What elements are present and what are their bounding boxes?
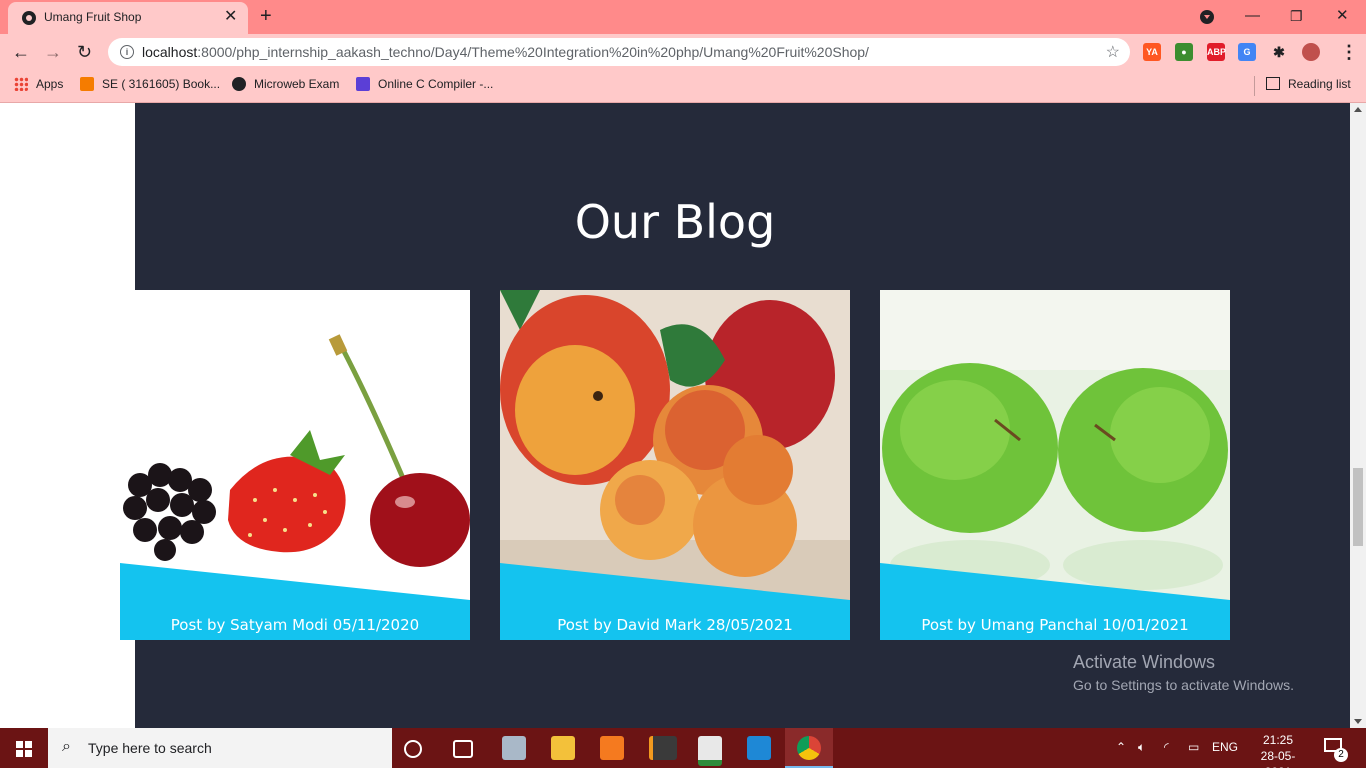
search-placeholder: Type here to search: [88, 740, 212, 756]
tab-title: Umang Fruit Shop: [44, 10, 142, 24]
scroll-up-arrow-icon[interactable]: [1354, 107, 1362, 112]
activate-windows-subtitle: Go to Settings to activate Windows.: [1073, 677, 1294, 693]
green-apples-image: [880, 290, 1230, 640]
browser-title-bar: Umang Fruit Shop ✕ + — ❐ ✕: [0, 0, 1366, 34]
chrome-taskbar-button[interactable]: [785, 728, 833, 768]
address-bar[interactable]: i localhost:8000/php_internship_aakash_t…: [108, 38, 1130, 66]
blog-card[interactable]: Post by David Mark 28/05/2021: [500, 290, 850, 640]
bookmark-se-book[interactable]: SE ( 3161605) Book...: [80, 77, 220, 91]
task-view-icon[interactable]: [453, 740, 473, 758]
forward-button[interactable]: →: [44, 42, 62, 62]
bookmark-online-c-compiler[interactable]: Online C Compiler -...: [356, 77, 493, 91]
close-window-button[interactable]: ✕: [1336, 6, 1349, 26]
xampp-icon[interactable]: [600, 736, 624, 760]
web-page: Our Blog Post by Satyam Modi 05/11/2020 …: [0, 103, 1350, 728]
vscode-icon[interactable]: [747, 736, 771, 760]
network-icon[interactable]: ◜: [1164, 740, 1169, 754]
search-icon: ⌕: [62, 738, 71, 755]
start-button[interactable]: [0, 728, 48, 768]
berries-image: [120, 290, 470, 640]
ya-extension-icon[interactable]: YA: [1143, 43, 1161, 61]
back-button[interactable]: ←: [12, 42, 30, 62]
url-text[interactable]: localhost:8000/php_internship_aakash_tec…: [142, 44, 869, 60]
volume-icon[interactable]: 🔈︎: [1138, 740, 1145, 755]
blogger-icon: [80, 77, 94, 91]
cortana-icon[interactable]: [404, 740, 422, 758]
globe-favicon-icon: [22, 11, 36, 25]
peaches-image: [500, 290, 850, 640]
reading-list-icon: [1266, 77, 1280, 90]
adblock-plus-icon[interactable]: ABP: [1207, 43, 1226, 61]
url-host: localhost: [142, 44, 198, 60]
notification-count-badge: 2: [1334, 748, 1348, 762]
spreadsheet-app-icon[interactable]: [698, 736, 722, 766]
blog-card[interactable]: Post by Umang Panchal 10/01/2021: [880, 290, 1230, 640]
blog-heading: Our Blog: [574, 195, 776, 249]
new-tab-button[interactable]: +: [260, 5, 272, 27]
scrollbar-thumb[interactable]: [1353, 468, 1363, 546]
control-panel-icon[interactable]: [502, 736, 526, 760]
angular-icon: [232, 77, 246, 91]
blog-card[interactable]: Post by Satyam Modi 05/11/2020: [120, 290, 470, 640]
site-info-icon[interactable]: i: [120, 45, 134, 59]
file-explorer-icon[interactable]: [551, 736, 575, 760]
taskbar-search-box[interactable]: ⌕ Type here to search: [48, 728, 392, 768]
apps-grid-icon: [14, 77, 28, 91]
scroll-down-arrow-icon[interactable]: [1354, 719, 1362, 724]
puzzle-extensions-icon[interactable]: ✱: [1270, 43, 1288, 61]
post-caption: Post by David Mark 28/05/2021: [557, 616, 793, 634]
browser-tab[interactable]: Umang Fruit Shop ✕: [8, 2, 248, 34]
windows-taskbar: ⌕ Type here to search ⌃ 🔈︎ ◜ ▭ ENG 21:25…: [0, 728, 1366, 779]
clock-date: 28-05-2021: [1260, 749, 1296, 779]
bookmark-label: Microweb Exam: [254, 77, 340, 91]
globe-extension-icon[interactable]: ●: [1175, 43, 1193, 61]
windows-logo-icon: [16, 741, 32, 757]
reload-button[interactable]: ↻: [77, 42, 92, 62]
bookmark-star-icon[interactable]: ☆: [1106, 42, 1120, 62]
battery-icon[interactable]: ▭: [1188, 740, 1199, 754]
reading-list-label: Reading list: [1288, 77, 1351, 91]
language-indicator[interactable]: ENG: [1212, 740, 1238, 754]
bookmark-label: Online C Compiler -...: [378, 77, 494, 91]
bookmark-label: SE ( 3161605) Book...: [102, 77, 221, 91]
restore-button[interactable]: ❐: [1290, 6, 1303, 26]
chrome-menu-icon[interactable]: ⋮: [1340, 42, 1358, 62]
profile-avatar-icon[interactable]: [1302, 43, 1320, 61]
bookmark-microweb-exam[interactable]: Microweb Exam: [232, 77, 339, 91]
post-caption: Post by Umang Panchal 10/01/2021: [921, 616, 1189, 634]
reading-list-button[interactable]: Reading list: [1266, 77, 1351, 91]
browser-toolbar: ← → ↻ i localhost:8000/php_internship_aa…: [0, 34, 1366, 70]
post-caption: Post by Satyam Modi 05/11/2020: [170, 616, 420, 634]
clock-time: 21:25: [1262, 733, 1294, 747]
sublime-text-icon[interactable]: [649, 736, 677, 760]
bookmarks-bar: Apps SE ( 3161605) Book... Microweb Exam…: [0, 70, 1366, 103]
bookmarks-separator: [1254, 76, 1255, 96]
system-clock[interactable]: 21:25 28-05-2021: [1258, 732, 1298, 780]
activate-windows-title: Activate Windows: [1073, 652, 1216, 672]
google-translate-icon[interactable]: G: [1238, 43, 1256, 61]
lightning-icon: [356, 77, 370, 91]
bookmark-label: Apps: [36, 77, 64, 91]
bookmark-apps[interactable]: Apps: [14, 77, 63, 91]
tab-search-dropdown-icon[interactable]: [1200, 10, 1214, 24]
show-hidden-icons-icon[interactable]: ⌃: [1116, 740, 1126, 754]
minimize-button[interactable]: —: [1245, 6, 1260, 26]
url-path: :8000/php_internship_aakash_techno/Day4/…: [197, 44, 869, 60]
close-tab-icon[interactable]: ✕: [224, 8, 237, 26]
chrome-icon: [797, 736, 821, 760]
page-scrollbar[interactable]: [1350, 103, 1366, 728]
